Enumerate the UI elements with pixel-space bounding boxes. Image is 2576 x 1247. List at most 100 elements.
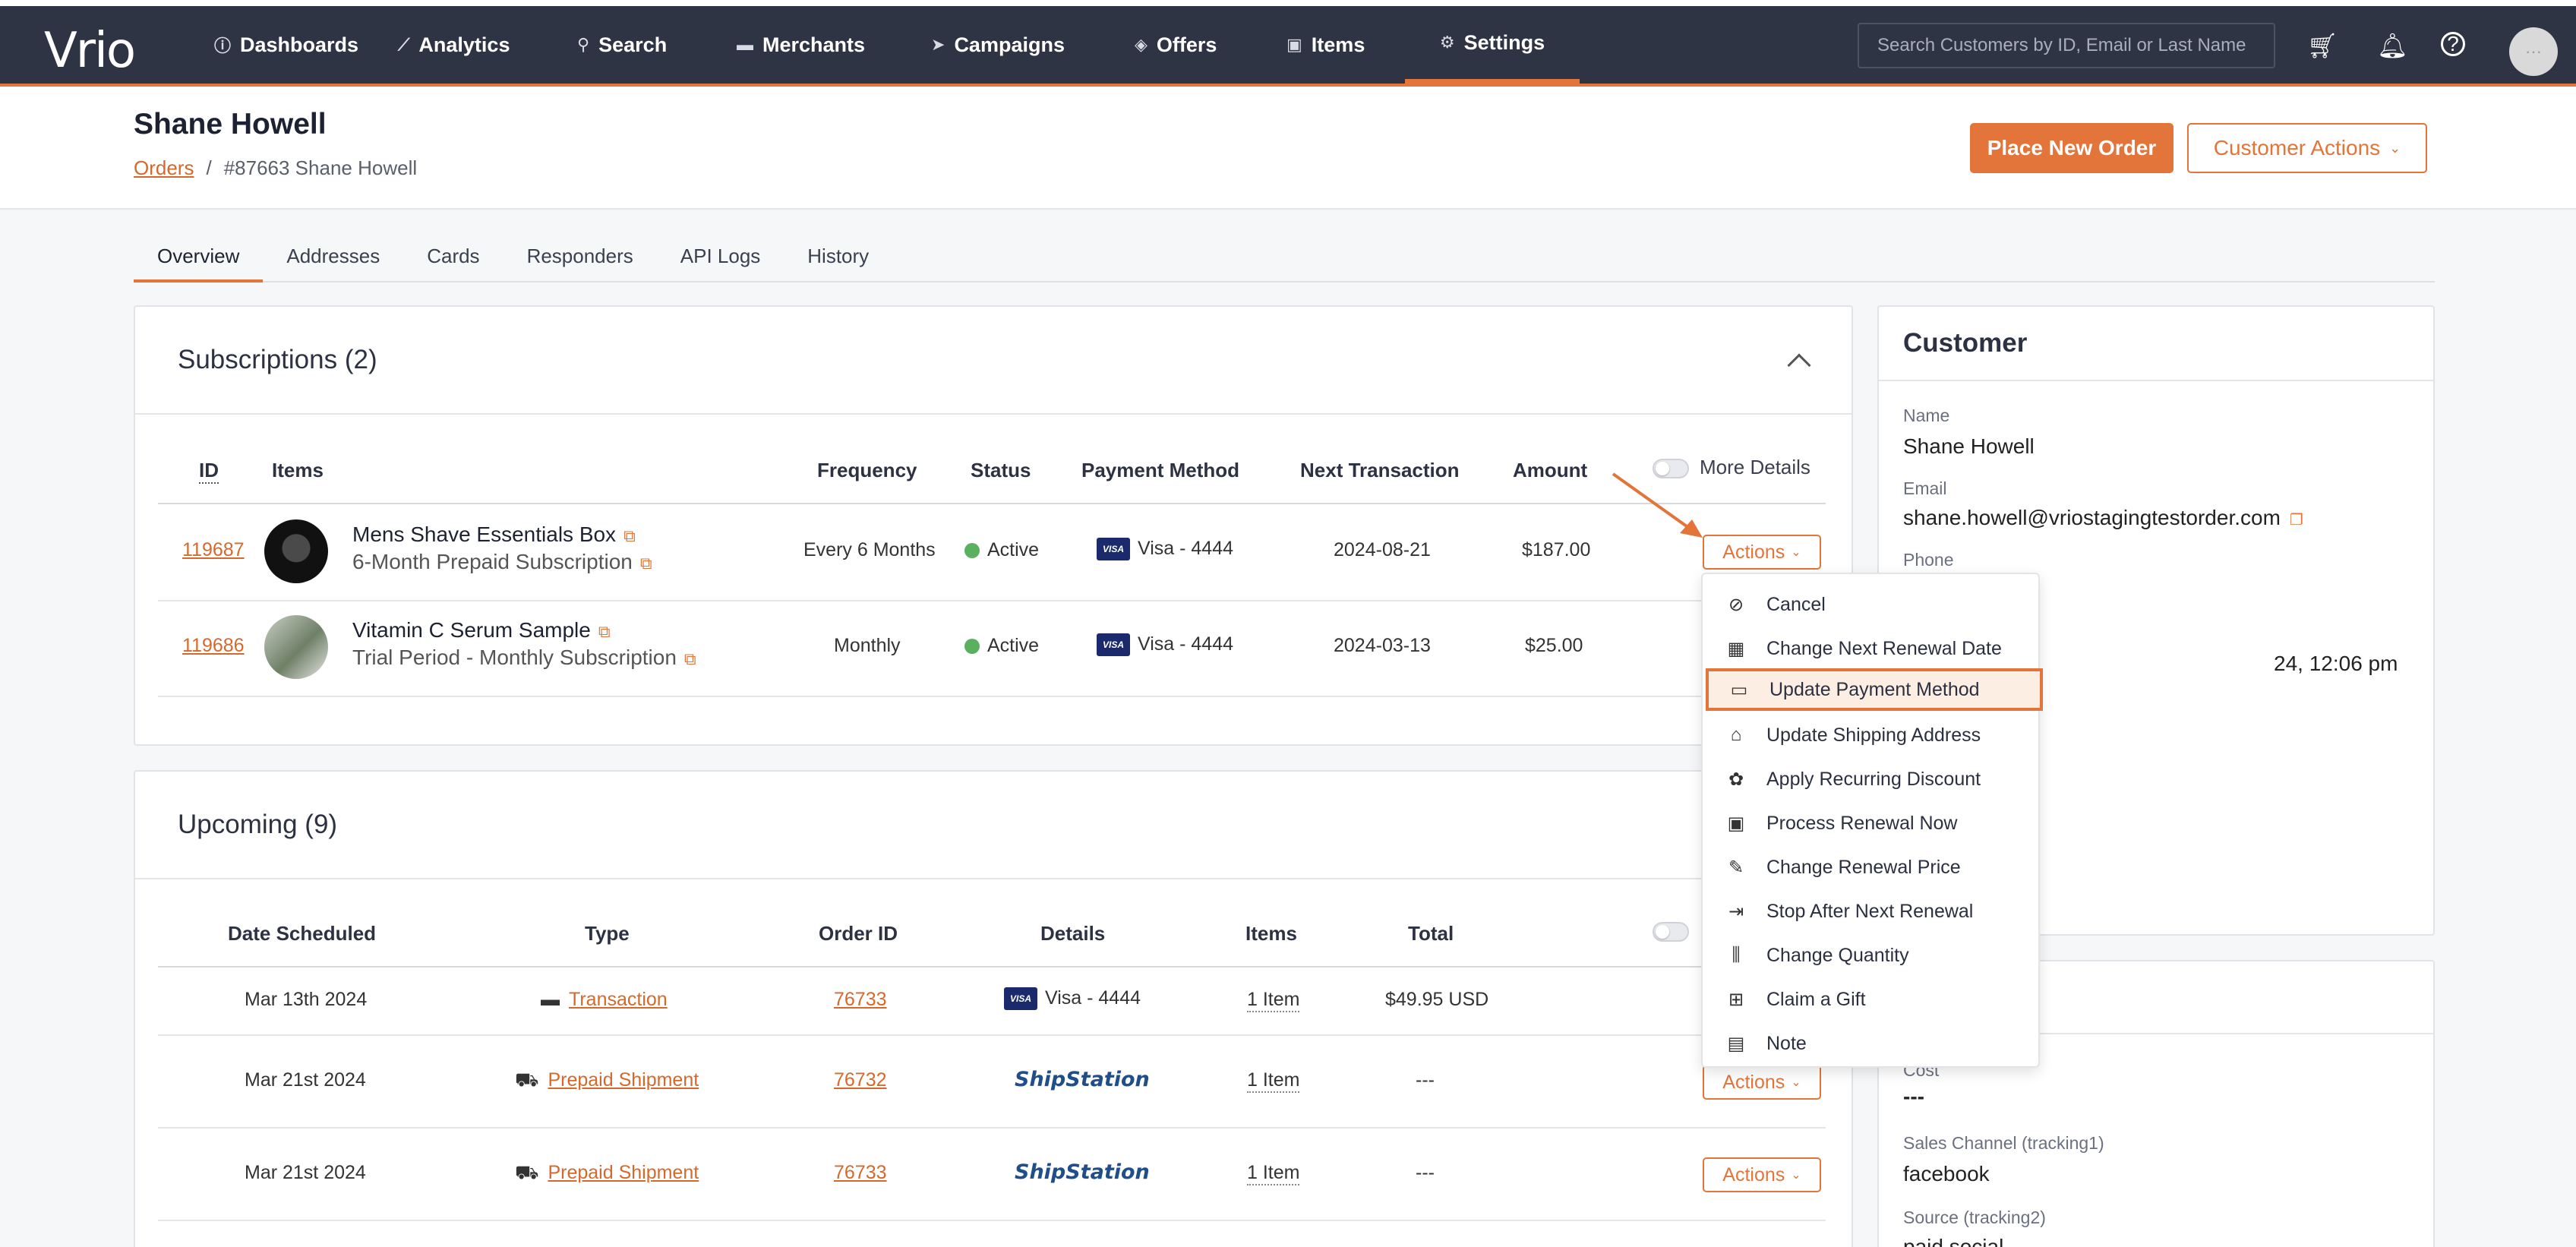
status-badge: Active [964,635,1039,657]
visa-icon: VISA [1004,987,1037,1011]
more-details-toggle[interactable] [1653,920,1700,942]
menu-item-update-payment-method[interactable]: ▭ Update Payment Method [1706,668,2043,711]
collapse-icon[interactable] [1787,353,1811,377]
nav-campaigns[interactable]: ➤ Campaigns [931,6,1065,84]
type[interactable]: ▬ Transaction [541,989,668,1011]
actions-button[interactable]: Actions ⌄ [1703,535,1821,570]
card-icon: ▬ [737,35,753,54]
item-name[interactable]: Mens Shave Essentials Box ⧉ [352,522,636,547]
customer-actions-button[interactable]: Customer Actions ⌄ [2187,123,2427,173]
box-icon: ▣ [1286,35,1302,54]
credit-card-icon: ▭ [1730,679,1748,700]
tab-cards[interactable]: Cards [403,240,503,283]
tab-history[interactable]: History [784,240,892,283]
upcoming-card: Upcoming (9) Date Scheduled Type Order I… [134,770,1853,1247]
divider [158,1127,1826,1129]
item-name[interactable]: Vitamin C Serum Sample ⧉ [352,618,611,642]
nav-items[interactable]: ▣ Items [1286,6,1365,84]
order-id-link[interactable]: 76733 [834,989,887,1011]
menu-item-change-quantity[interactable]: ⫼ Change Quantity [1703,934,2038,977]
nav-analytics[interactable]: ⟋ Analytics [398,6,510,84]
menu-item-change-renewal-price[interactable]: ✎ Change Renewal Price [1703,846,2038,889]
type[interactable]: ⛟ Prepaid Shipment [515,1162,699,1185]
cart-icon[interactable]: 🛒︎ [2307,32,2338,59]
menu-item-note[interactable]: ▤ Note [1703,1022,2038,1065]
status-badge: Active [964,539,1039,561]
item-subtitle[interactable]: 6-Month Prepaid Subscription ⧉ [352,550,652,574]
menu-item-update-shipping-address[interactable]: ⌂ Update Shipping Address [1703,714,2038,756]
home-icon: ⌂ [1730,725,1742,745]
place-new-order-button[interactable]: Place New Order [1970,123,2174,173]
divider [135,878,1852,879]
menu-item-stop-after-next-renewal[interactable]: ⇥ Stop After Next Renewal [1703,890,2038,933]
product-thumbnail [264,615,328,679]
total: --- [1416,1162,1435,1183]
tab-responders[interactable]: Responders [504,240,657,283]
col-total: Total [1408,922,1454,945]
customer-search-input[interactable]: Search Customers by ID, Email or Last Na… [1858,23,2275,68]
frequency: Monthly [834,635,901,656]
divider [158,1220,1826,1221]
menu-item-apply-recurring-discount[interactable]: ✿ Apply Recurring Discount [1703,758,2038,800]
bell-icon[interactable]: 🔔︎ [2377,32,2408,59]
help-icon[interactable]: ? [2441,32,2465,56]
active-dot-icon [964,543,980,558]
menu-item-cancel[interactable]: ⊘ Cancel [1703,583,2038,626]
col-order-id: Order ID [819,922,898,945]
breadcrumb-separator: / [206,156,212,179]
divider [135,413,1852,415]
tab-overview[interactable]: Overview [134,240,264,283]
email-label: Email [1903,478,1947,498]
order-id-link[interactable]: 76733 [834,1162,887,1184]
external-link-icon[interactable]: ⧉ [640,554,652,573]
breadcrumb-orders-link[interactable]: Orders [134,156,194,180]
divider [1879,380,2433,381]
items-count[interactable]: 1 Item [1247,1069,1300,1093]
gear-icon: ⚙ [1439,33,1455,52]
col-id[interactable]: ID [199,459,219,484]
actions-button[interactable]: Actions ⌄ [1703,1157,1821,1192]
order-id-link[interactable]: 76732 [834,1069,887,1091]
actions-button[interactable]: Actions ⌄ [1703,1065,1821,1100]
menu-item-claim-gift[interactable]: ⊞ Claim a Gift [1703,978,2038,1021]
external-link-icon[interactable]: ⧉ [598,622,611,641]
col-date-scheduled: Date Scheduled [228,922,377,945]
pencil-icon: ✎ [1728,857,1744,878]
nav-dashboards[interactable]: ⓘ Dashboards [214,6,358,84]
menu-item-change-renewal-date[interactable]: ▦ Change Next Renewal Date [1703,627,2038,670]
payment-method: VISA Visa - 4444 [1097,633,1233,657]
top-bar: Vrio ⓘ Dashboards ⟋ Analytics ⚲ Search ▬ Mer… [0,0,2576,90]
subscription-id-link[interactable]: 119686 [182,635,245,657]
discount-icon: ✿ [1728,769,1744,790]
send-icon: ➤ [931,35,945,54]
toggle-switch[interactable] [1653,922,1689,942]
customer-name: Shane Howell [1903,434,2035,458]
upcoming-title: Upcoming (9) [178,810,338,839]
copy-icon[interactable]: ❐ [2290,512,2303,529]
items-count[interactable]: 1 Item [1247,1162,1300,1185]
item-subtitle[interactable]: Trial Period - Monthly Subscription ⧉ [352,646,696,670]
details: VISA Visa - 4444 [1004,987,1141,1011]
amount: $187.00 [1522,539,1591,560]
sales-channel-value: facebook [1903,1162,1990,1185]
gift-icon: ⊞ [1728,989,1744,1010]
avatar[interactable]: ··· [2509,27,2558,76]
subscription-id-link[interactable]: 119687 [182,539,245,561]
chart-icon: ⟋ [398,35,410,54]
page-title: Shane Howell [134,108,327,140]
tab-api-logs[interactable]: API Logs [657,240,784,283]
items-count[interactable]: 1 Item [1247,989,1300,1012]
external-link-icon[interactable]: ⧉ [684,649,696,668]
tab-addresses[interactable]: Addresses [263,240,403,283]
type[interactable]: ⛟ Prepaid Shipment [515,1069,699,1093]
product-thumbnail [264,519,328,583]
breadcrumb-current: #87663 Shane Howell [223,156,418,179]
nav-offers[interactable]: ◈ Offers [1135,6,1217,84]
nav-search[interactable]: ⚲ Search [577,6,667,84]
external-link-icon[interactable]: ⧉ [623,526,636,545]
nav-settings[interactable]: ⚙ Settings [1405,6,1580,84]
vrio-logo[interactable]: Vrio [44,23,136,79]
nav-merchants[interactable]: ▬ Merchants [737,6,865,84]
main-nav: Vrio ⓘ Dashboards ⟋ Analytics ⚲ Search ▬ Mer… [0,6,2576,87]
menu-item-process-renewal-now[interactable]: ▣ Process Renewal Now [1703,802,2038,844]
